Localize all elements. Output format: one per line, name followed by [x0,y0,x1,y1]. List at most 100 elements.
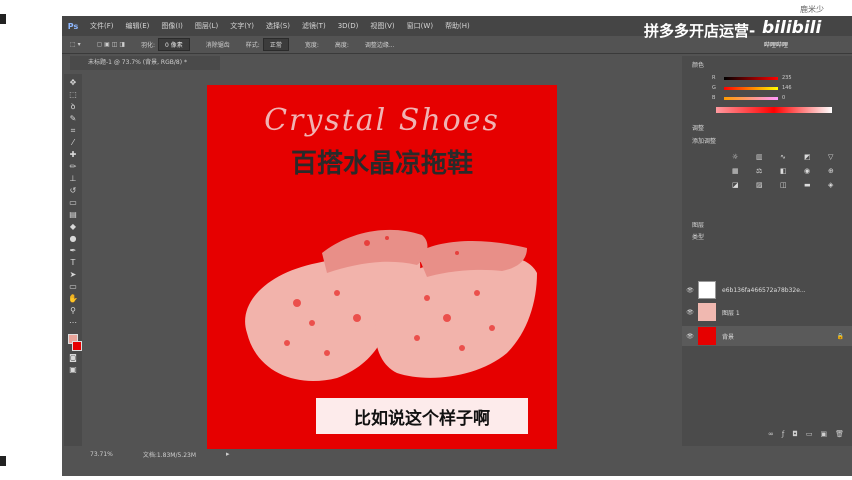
eyedropper-tool-icon[interactable]: ⁄ [67,138,79,148]
edge-mark [0,14,6,24]
visibility-eye-icon[interactable]: 👁 [682,309,698,316]
hue-icon[interactable]: ▦ [732,167,746,175]
menu-help[interactable]: 帮助(H) [439,21,476,31]
ps-logo-icon[interactable]: Ps [62,22,84,31]
marquee-tool-icon[interactable]: ⬚ [67,90,79,100]
curves-icon[interactable]: ∿ [780,153,794,161]
hand-tool-icon[interactable]: ✋ [67,294,79,304]
gradient-map-icon[interactable]: ▬ [804,181,818,189]
feather-label: 羽化: [141,42,156,49]
menu-select[interactable]: 选择(S) [260,21,296,31]
menu-image[interactable]: 图像(I) [155,21,189,31]
move-tool-icon[interactable]: ✥ [67,78,79,88]
slider-track[interactable] [724,96,778,100]
style-field[interactable]: 样式: 正常 [238,38,297,51]
slider-value[interactable]: 235 [782,75,800,81]
menu-type[interactable]: 文字(Y) [224,21,260,31]
slider-value[interactable]: 146 [782,85,800,91]
history-brush-icon[interactable]: ↺ [67,186,79,196]
add-adjustment-label: 添加调整 [692,138,717,145]
status-menu-arrow-icon[interactable]: ▸ [226,450,230,458]
crop-tool-icon[interactable]: ⌗ [67,126,79,136]
style-select[interactable]: 正常 [262,38,289,51]
tab-adjustments[interactable]: 调整 [682,119,852,136]
exposure-icon[interactable]: ◩ [804,153,818,161]
menu-window[interactable]: 窗口(W) [401,21,439,31]
new-layer-icon[interactable]: ▣ [820,430,827,438]
document-canvas[interactable]: Crystal Shoes 百搭水晶凉拖鞋 [207,85,557,449]
color-balance-icon[interactable]: ⚖ [756,167,770,175]
invert-icon[interactable]: ◪ [732,181,746,189]
vibrance-icon[interactable]: ▽ [828,153,842,161]
slider-g[interactable]: G 146 [682,83,852,93]
slider-b[interactable]: B 0 [682,93,852,103]
slider-value[interactable]: 0 [782,95,800,101]
quick-mask-icon[interactable]: ◙ [67,353,79,363]
document-tab[interactable]: 未标题-1 @ 73.7% (背景, RGB/8) * [70,56,220,70]
bw-icon[interactable]: ◧ [780,167,794,175]
clone-stamp-icon[interactable]: ⊥ [67,174,79,184]
photo-filter-icon[interactable]: ◉ [804,167,818,175]
menu-file[interactable]: 文件(F) [84,21,120,31]
path-select-icon[interactable]: ➤ [67,270,79,280]
menu-view[interactable]: 视图(V) [364,21,400,31]
screen-mode-icon[interactable]: ▣ [67,365,79,375]
slider-track[interactable] [724,86,778,90]
layer-kind-filter[interactable]: 类型 [682,228,714,245]
layer-row[interactable]: 👁 背景 🔒 [682,326,852,346]
refine-edge-button[interactable]: 调整边缘... [357,40,403,49]
feather-field[interactable]: 羽化: 0 像素 [133,38,198,51]
levels-icon[interactable]: ▥ [756,153,770,161]
healing-brush-icon[interactable]: ✚ [67,150,79,160]
more-tools-icon[interactable]: ⋯ [67,318,79,328]
right-panels: 颜色 R 235 G 146 B 0 调整 添加调整 ☼ ▥ ∿ ◩ ▽ ▦ ⚖… [682,56,852,446]
marquee-tool-icon[interactable]: ⬚ ▾ [62,41,89,48]
lock-icon[interactable]: 🔒 [837,333,844,340]
height-field[interactable]: 高度: [327,40,357,49]
layer-row[interactable]: 👁 图层 1 [682,302,852,322]
slider-track[interactable] [724,76,778,80]
visibility-eye-icon[interactable]: 👁 [682,333,698,340]
left-edge [0,0,6,480]
delete-layer-icon[interactable]: 🗑 [835,430,844,438]
brush-tool-icon[interactable]: ✏ [67,162,79,172]
pen-tool-icon[interactable]: ✒ [67,246,79,256]
new-group-icon[interactable]: ▭ [806,430,813,438]
background-color-swatch[interactable] [72,341,82,351]
fx-icon[interactable]: ƒ [782,430,784,438]
gradient-tool-icon[interactable]: ▤ [67,210,79,220]
antialias-checkbox[interactable]: 消除锯齿 [198,40,238,49]
zoom-tool-icon[interactable]: ⚲ [67,306,79,316]
tab-color[interactable]: 颜色 [682,56,852,73]
toolbar: ✥ ⬚ ꝺ ✎ ⌗ ⁄ ✚ ✏ ⊥ ↺ ▭ ▤ ◆ ● ✒ T ➤ ▭ ✋ ⚲ … [64,74,82,446]
blur-tool-icon[interactable]: ◆ [67,222,79,232]
quick-select-tool-icon[interactable]: ✎ [67,114,79,124]
layer-row[interactable]: 👁 e6b136fa466572a78b32e... [682,280,852,300]
slider-r[interactable]: R 235 [682,73,852,83]
visibility-eye-icon[interactable]: 👁 [682,287,698,294]
menu-3d[interactable]: 3D(D) [332,22,365,30]
selection-mode-icons[interactable]: ▢ ▣ ◫ ◨ [89,41,133,48]
rectangle-tool-icon[interactable]: ▭ [67,282,79,292]
layer-thumbnail [698,281,716,299]
lasso-tool-icon[interactable]: ꝺ [67,102,79,112]
feather-input[interactable]: 0 像素 [158,38,190,51]
style-label: 样式: [245,42,260,49]
zoom-level[interactable]: 73.71% [90,451,113,458]
selective-color-icon[interactable]: ◈ [828,181,842,189]
dodge-tool-icon[interactable]: ● [67,234,79,244]
color-spectrum[interactable] [716,107,832,113]
threshold-icon[interactable]: ◫ [780,181,794,189]
link-layers-icon[interactable]: ∞ [768,430,774,438]
menu-edit[interactable]: 编辑(E) [120,21,156,31]
brightness-icon[interactable]: ☼ [732,153,746,161]
layer-name: 图层 1 [722,309,740,317]
posterize-icon[interactable]: ▨ [756,181,770,189]
eraser-tool-icon[interactable]: ▭ [67,198,79,208]
type-tool-icon[interactable]: T [67,258,79,268]
channel-mixer-icon[interactable]: ⊕ [828,167,842,175]
menu-filter[interactable]: 滤镜(T) [296,21,332,31]
width-field[interactable]: 宽度: [297,40,327,49]
menu-layer[interactable]: 图层(L) [189,21,224,31]
mask-icon[interactable]: ◘ [792,430,798,438]
